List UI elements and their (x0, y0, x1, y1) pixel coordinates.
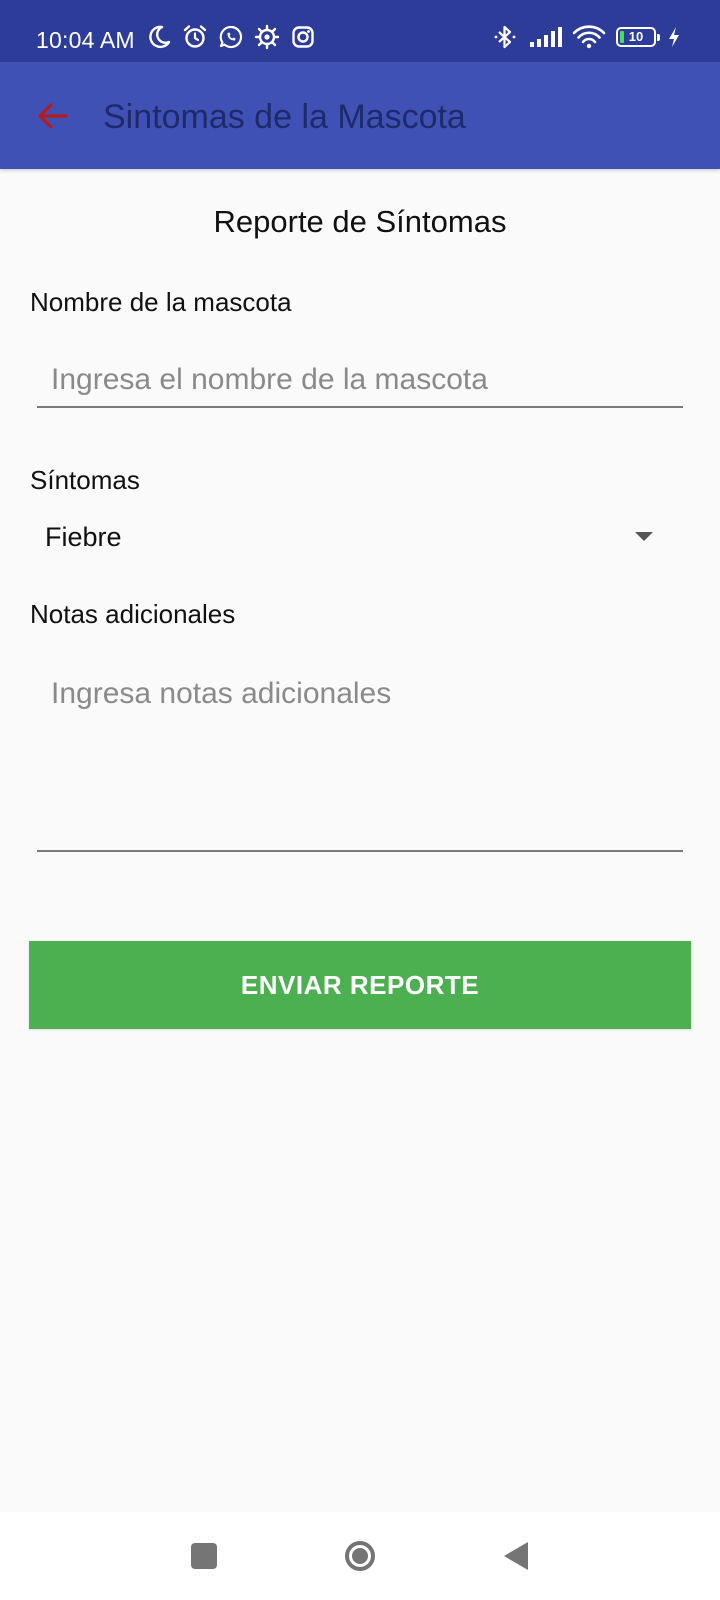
wifi-icon (572, 24, 606, 50)
battery-level: 10 (628, 29, 644, 44)
instagram-icon (290, 24, 316, 50)
navigation-bar (0, 1512, 720, 1600)
status-time: 10:04 AM (36, 27, 135, 53)
home-icon (345, 1541, 375, 1571)
battery-icon: 10 (616, 27, 660, 47)
submit-report-button[interactable]: ENVIAR REPORTE (29, 941, 691, 1029)
app-title: Sintomas de la Mascota (103, 98, 466, 136)
status-bar: 10:04 AM 10 (0, 0, 720, 62)
dropdown-arrow-icon (635, 532, 653, 541)
symptoms-dropdown[interactable]: Fiebre (30, 513, 666, 561)
settings-icon (254, 24, 280, 50)
back-button[interactable] (28, 92, 76, 140)
report-title: Reporte de Síntomas (213, 204, 507, 239)
arrow-back-icon (38, 103, 68, 129)
notes-textarea[interactable] (37, 658, 683, 852)
recents-button[interactable] (180, 1532, 228, 1580)
nav-back-button[interactable] (492, 1532, 540, 1580)
recents-icon (191, 1543, 217, 1569)
symptoms-label: Síntomas (30, 465, 140, 495)
battery-level-fill (620, 31, 624, 43)
pet-name-input[interactable] (37, 354, 683, 408)
alarm-icon (182, 24, 208, 50)
app-bar: Sintomas de la Mascota (0, 62, 720, 169)
status-left-icons (146, 24, 316, 50)
whatsapp-icon (218, 24, 244, 50)
back-icon (504, 1542, 528, 1570)
status-right-icons: 10 (492, 24, 682, 50)
moon-icon (146, 24, 172, 50)
bluetooth-icon (492, 24, 518, 50)
pet-name-label: Nombre de la mascota (30, 287, 292, 317)
notes-label: Notas adicionales (30, 599, 236, 629)
symptoms-selected-value: Fiebre (45, 522, 122, 552)
charging-icon (666, 24, 682, 50)
signal-icon (528, 24, 562, 50)
home-button[interactable] (336, 1532, 384, 1580)
